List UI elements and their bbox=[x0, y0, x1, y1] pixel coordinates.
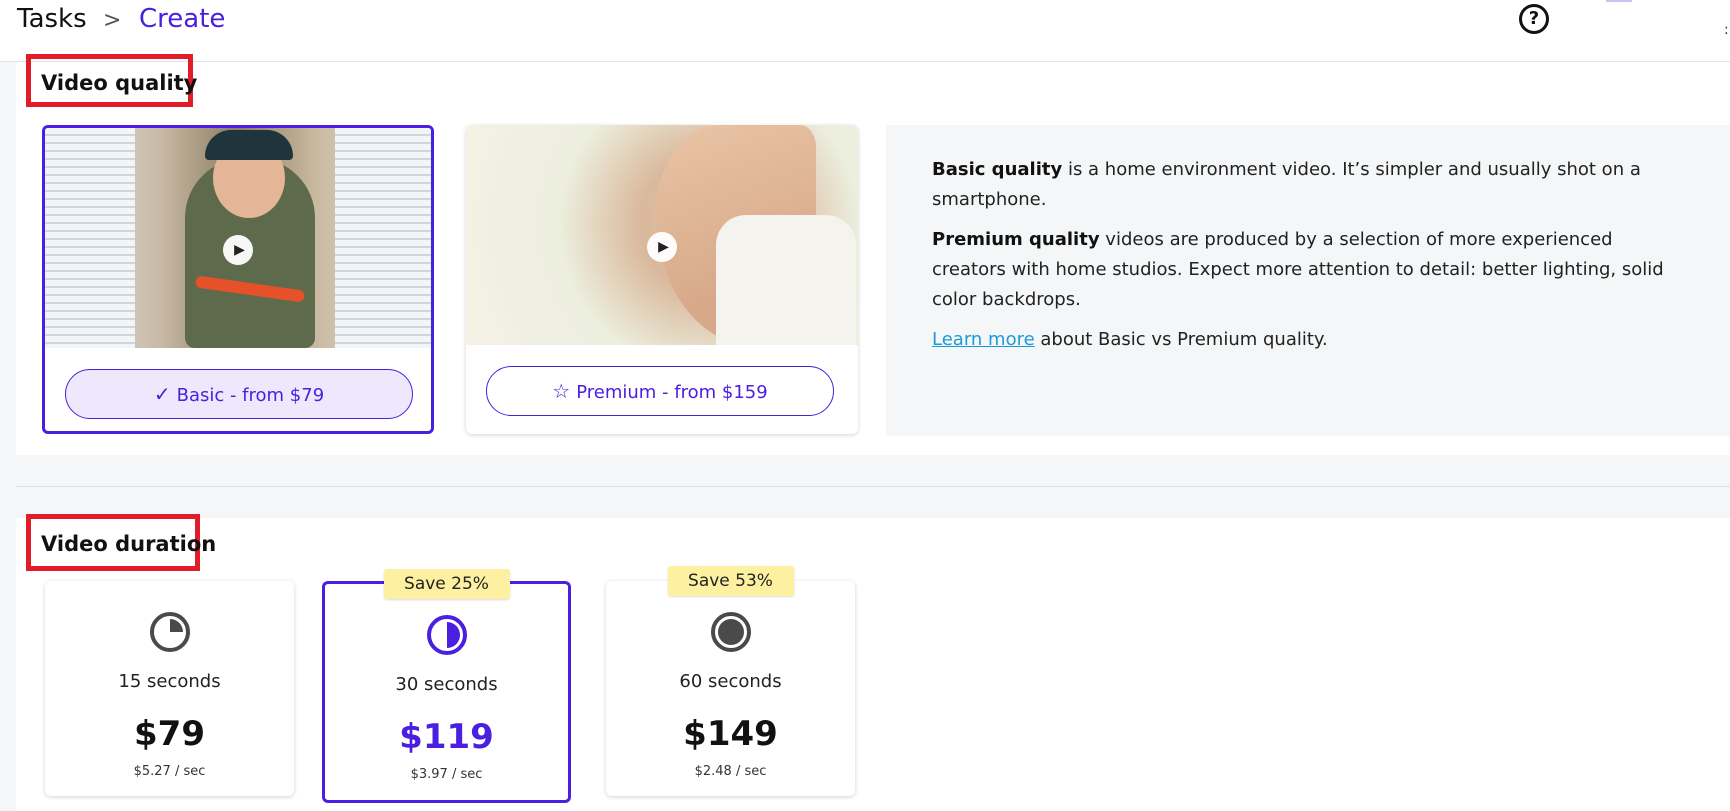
basic-description: Basic quality is a home environment vide… bbox=[932, 159, 1641, 210]
premium-description: Premium quality videos are produced by a… bbox=[932, 229, 1664, 310]
top-bar: Tasks > Create ? : bbox=[0, 0, 1730, 62]
price-per-second: $5.27 / sec bbox=[133, 764, 206, 779]
duration-label: 60 seconds bbox=[679, 671, 782, 692]
breadcrumb-create: Create bbox=[139, 4, 226, 34]
clock-half-icon bbox=[426, 615, 467, 655]
clock-full-icon bbox=[710, 612, 751, 652]
video-quality-section: Video quality ▶ ✓ Basic - from $79 ▶ ☆ P… bbox=[16, 54, 1730, 455]
video-duration-title: Video duration bbox=[41, 532, 217, 556]
play-icon[interactable]: ▶ bbox=[223, 235, 253, 265]
section-divider bbox=[16, 486, 1730, 487]
quality-card-premium[interactable]: ▶ ☆ Premium - from $159 bbox=[466, 125, 858, 434]
duration-price: $149 bbox=[683, 714, 778, 754]
quality-card-basic[interactable]: ▶ ✓ Basic - from $79 bbox=[42, 125, 434, 434]
learn-more-link[interactable]: Learn more bbox=[932, 329, 1035, 350]
help-circle-icon[interactable]: ? bbox=[1519, 4, 1549, 34]
more-menu-icon[interactable]: : bbox=[1724, 22, 1729, 38]
premium-quality-button[interactable]: ☆ Premium - from $159 bbox=[486, 366, 834, 416]
video-quality-title: Video quality bbox=[41, 71, 198, 95]
price-per-second: $2.48 / sec bbox=[694, 764, 767, 779]
duration-label: 15 seconds bbox=[118, 671, 221, 692]
chevron-right-icon: > bbox=[103, 8, 122, 33]
duration-label: 30 seconds bbox=[395, 674, 498, 695]
nav-indicator bbox=[1606, 0, 1632, 2]
duration-price: $79 bbox=[134, 714, 205, 754]
quality-info-panel: Basic quality is a home environment vide… bbox=[886, 125, 1730, 436]
star-outline-icon: ☆ bbox=[552, 379, 571, 403]
duration-card-30[interactable]: Save 25% 30 seconds $119 $3.97 / sec bbox=[322, 569, 571, 803]
clock-quarter-icon bbox=[149, 612, 190, 652]
premium-quality-label: Premium - from $159 bbox=[576, 382, 768, 403]
check-icon: ✓ bbox=[153, 382, 171, 406]
duration-price: $119 bbox=[399, 717, 494, 757]
save-badge: Save 53% bbox=[667, 566, 794, 596]
duration-card-60[interactable]: Save 53% 60 seconds $149 $2.48 / sec bbox=[606, 566, 855, 796]
save-badge: Save 25% bbox=[383, 569, 510, 599]
premium-video-thumbnail[interactable]: ▶ bbox=[466, 125, 858, 345]
basic-video-thumbnail[interactable]: ▶ bbox=[45, 128, 431, 348]
basic-quality-label: Basic - from $79 bbox=[176, 385, 325, 406]
learn-more-line: Learn more about Basic vs Premium qualit… bbox=[932, 329, 1328, 350]
create-page: Video quality ▶ ✓ Basic - from $79 ▶ ☆ P… bbox=[0, 54, 1730, 811]
price-per-second: $3.97 / sec bbox=[410, 767, 483, 782]
basic-quality-button[interactable]: ✓ Basic - from $79 bbox=[65, 369, 413, 419]
video-duration-section: Video duration 15 seconds $79 $5.27 / se… bbox=[16, 514, 1730, 811]
duration-card-15[interactable]: 15 seconds $79 $5.27 / sec bbox=[45, 581, 294, 796]
breadcrumb-tasks[interactable]: Tasks bbox=[17, 4, 87, 34]
play-icon[interactable]: ▶ bbox=[647, 232, 677, 262]
